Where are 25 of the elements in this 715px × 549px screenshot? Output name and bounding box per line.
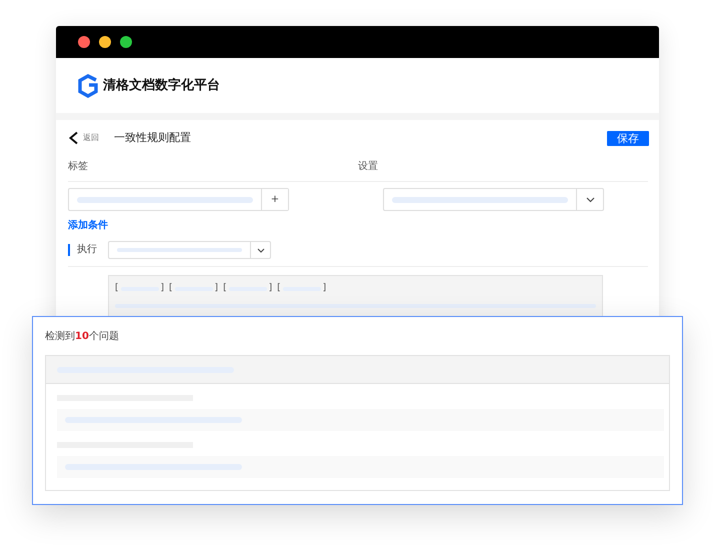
bracket: [	[277, 282, 281, 295]
page-title: 一致性规则配置	[114, 130, 191, 146]
window-control[interactable]	[120, 36, 132, 48]
add-button[interactable]: +	[261, 189, 288, 210]
logo-icon	[77, 74, 99, 98]
bracket: ]	[268, 282, 272, 295]
back-icon[interactable]	[68, 131, 79, 145]
save-button[interactable]: 保存	[607, 130, 649, 146]
bracket: [	[223, 282, 227, 295]
brand-name: 清格文档数字化平台	[103, 76, 220, 95]
chevron-down-icon	[586, 196, 594, 202]
back-link[interactable]: 返回	[83, 132, 99, 144]
result-summary: 检测到10个问题	[45, 330, 120, 344]
bracket: ]	[160, 282, 164, 295]
column-label: 标签	[68, 160, 89, 174]
bracket: [	[115, 282, 119, 295]
tag-field[interactable]: +	[68, 188, 289, 211]
window-control[interactable]	[99, 36, 111, 48]
chevron-down-icon	[256, 248, 264, 252]
window-control[interactable]	[78, 36, 90, 48]
add-condition-link[interactable]: 添加条件	[68, 218, 108, 233]
bracket: [	[169, 282, 173, 295]
column-label: 设置	[358, 160, 379, 174]
bracket: ]	[214, 282, 218, 295]
bracket: ]	[322, 282, 326, 295]
